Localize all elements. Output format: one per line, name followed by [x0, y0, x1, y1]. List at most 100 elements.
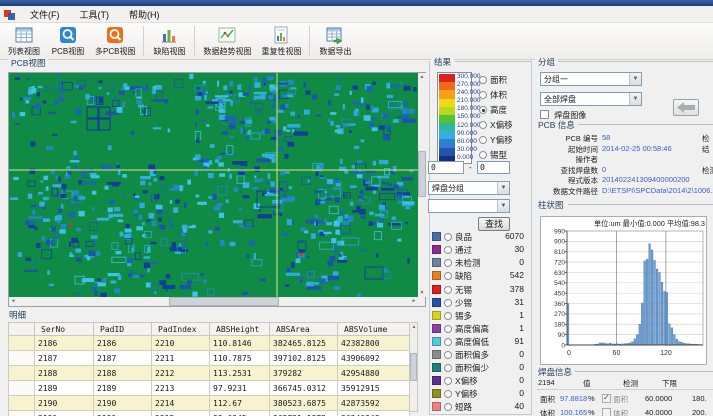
legend-row[interactable]: 锡多1	[432, 310, 528, 322]
checkbox-icon[interactable]	[602, 394, 611, 403]
row-selector[interactable]	[9, 351, 35, 366]
chevron-down-icon[interactable]: ▼	[629, 93, 641, 105]
menu-item-0[interactable]: 文件(F)	[21, 6, 69, 23]
metric-radio-0[interactable]: 面积	[479, 74, 507, 86]
radio-icon[interactable]	[479, 151, 487, 159]
legend-row[interactable]: 面积偏多0	[432, 349, 528, 361]
radio-icon[interactable]	[444, 259, 452, 267]
menu-item-1[interactable]: 工具(T)	[71, 6, 119, 23]
checkbox-icon[interactable]	[602, 408, 611, 416]
legend-row[interactable]: 面积偏少0	[432, 362, 528, 374]
toolbar-button-7[interactable]: 重复性视图	[256, 24, 306, 58]
pad-select-dropdown[interactable]: 全部焊盘 ▼	[540, 92, 642, 106]
column-header-SerNo[interactable]: SerNo	[35, 323, 94, 336]
metric-radio-4[interactable]: Y偏移	[479, 134, 513, 146]
toolbar-button-6[interactable]: 数据趋势视图	[198, 24, 256, 58]
legend-row[interactable]: 高度偏高1	[432, 323, 528, 335]
toolbar-button-1[interactable]: PCB视图	[46, 24, 90, 58]
chevron-down-icon[interactable]: ▼	[629, 73, 641, 85]
pcb-vscroll-thumb[interactable]	[418, 151, 426, 197]
table-row[interactable]: 21912191221599.0945365721.187536240948	[9, 411, 410, 416]
radio-icon[interactable]	[444, 364, 452, 372]
row-selector[interactable]	[9, 381, 35, 396]
chevron-down-icon[interactable]: ▼	[497, 182, 509, 194]
column-header-ABSVolume[interactable]: ABSVolume	[338, 323, 410, 336]
row-selector[interactable]	[9, 396, 35, 411]
pad-group-dropdown[interactable]: 焊盘分组 ▼	[428, 181, 510, 195]
metric-radio-1[interactable]: 体积	[479, 89, 507, 101]
table-row[interactable]: 218821882212113.253137928242954880	[9, 366, 410, 381]
table-row[interactable]: 219021902214112.67380523.687542873592	[9, 396, 410, 411]
pad-info-check-row[interactable]: 面积	[602, 394, 628, 405]
chevron-down-icon[interactable]: ▼	[497, 200, 509, 212]
pcb-horizontal-scrollbar[interactable]: ◄ ►	[9, 297, 418, 306]
toolbar-button-4[interactable]: 缺陷视图	[147, 24, 191, 58]
pcb-vertical-scrollbar[interactable]: ▲ ▼	[418, 73, 426, 297]
radio-icon[interactable]	[444, 338, 452, 346]
column-header-PadID[interactable]: PadID	[94, 323, 152, 336]
scroll-down-icon[interactable]: ▼	[418, 289, 426, 297]
legend-count: 40	[515, 401, 524, 411]
radio-icon[interactable]	[479, 106, 487, 114]
radio-icon[interactable]	[444, 233, 452, 241]
scroll-right-icon[interactable]: ►	[410, 297, 418, 305]
radio-icon[interactable]	[479, 136, 487, 144]
detail-table[interactable]: SerNoPadIDPadIndexABSHeightABSAreaABSVol…	[8, 322, 410, 416]
radio-icon[interactable]	[444, 312, 452, 320]
column-header-PadIndex[interactable]: PadIndex	[152, 323, 210, 336]
legend-row[interactable]: X偏移0	[432, 375, 528, 387]
row-selector[interactable]	[9, 411, 35, 416]
row-selector[interactable]	[9, 336, 35, 351]
pcb-board-canvas[interactable]	[9, 73, 418, 297]
table-row[interactable]: 218721872211110.7875397102.812543906092	[9, 351, 410, 366]
legend-row[interactable]: 良品6070	[432, 231, 528, 243]
toolbar-button-9[interactable]: 数据导出	[313, 24, 357, 58]
radio-icon[interactable]	[444, 325, 452, 333]
group-select-dropdown[interactable]: 分组一 ▼	[540, 72, 642, 86]
legend-row[interactable]: 未检测0	[432, 257, 528, 269]
pad-image-checkbox[interactable]	[540, 110, 549, 119]
metric-radio-2[interactable]: 高度	[479, 104, 507, 116]
scroll-left-icon[interactable]: ◄	[9, 297, 17, 305]
radio-icon[interactable]	[444, 299, 452, 307]
pad-info-check-row[interactable]: 体积	[602, 408, 628, 416]
legend-row[interactable]: 高度偏低91	[432, 336, 528, 348]
legend-row[interactable]: Y偏移0	[432, 388, 528, 400]
range-to-input[interactable]	[477, 161, 510, 174]
legend-row[interactable]: 短路40	[432, 401, 528, 413]
back-arrow-button[interactable]	[673, 99, 699, 116]
radio-icon[interactable]	[444, 272, 452, 280]
detail-vscroll-thumb[interactable]	[410, 353, 417, 381]
toolbar-button-2[interactable]: 多PCB视图	[90, 24, 140, 58]
scroll-up-icon[interactable]: ▲	[418, 73, 426, 81]
row-selector[interactable]	[9, 366, 35, 381]
column-header-ABSArea[interactable]: ABSArea	[270, 323, 338, 336]
detail-vertical-scrollbar[interactable]: ▲	[409, 322, 418, 412]
radio-icon[interactable]	[444, 351, 452, 359]
table-row[interactable]: 21892189221397.9231366745.031235912915	[9, 381, 410, 396]
metric-radio-5[interactable]: 锡型	[479, 149, 507, 161]
radio-icon[interactable]	[444, 246, 452, 254]
radio-icon[interactable]	[479, 121, 487, 129]
detail-scroll-up-icon[interactable]: ▲	[410, 323, 418, 331]
legend-row[interactable]: 通过30	[432, 244, 528, 256]
radio-icon[interactable]	[444, 377, 452, 385]
radio-icon[interactable]	[444, 390, 452, 398]
column-header-ABSHeight[interactable]: ABSHeight	[210, 323, 270, 336]
pad-select-value: 全部焊盘	[544, 95, 576, 104]
radio-icon[interactable]	[444, 286, 452, 294]
toolbar-button-0[interactable]: 列表视图	[2, 24, 46, 58]
radio-icon[interactable]	[479, 91, 487, 99]
radio-icon[interactable]	[444, 403, 452, 411]
table-row[interactable]: 218621862210110.8146382465.812542382800	[9, 336, 410, 351]
radio-icon[interactable]	[479, 76, 487, 84]
metric-radio-3[interactable]: X偏移	[479, 119, 513, 131]
legend-row[interactable]: 无锡378	[432, 284, 528, 296]
legend-row[interactable]: 缺陷542	[432, 270, 528, 282]
pcb-hscroll-thumb[interactable]	[169, 297, 279, 306]
find-button[interactable]: 查找	[478, 217, 510, 231]
range-from-input[interactable]	[428, 161, 464, 174]
sub-group-dropdown[interactable]: ▼	[428, 199, 510, 213]
menu-item-2[interactable]: 帮助(H)	[120, 6, 169, 23]
legend-row[interactable]: 少锡31	[432, 297, 528, 309]
